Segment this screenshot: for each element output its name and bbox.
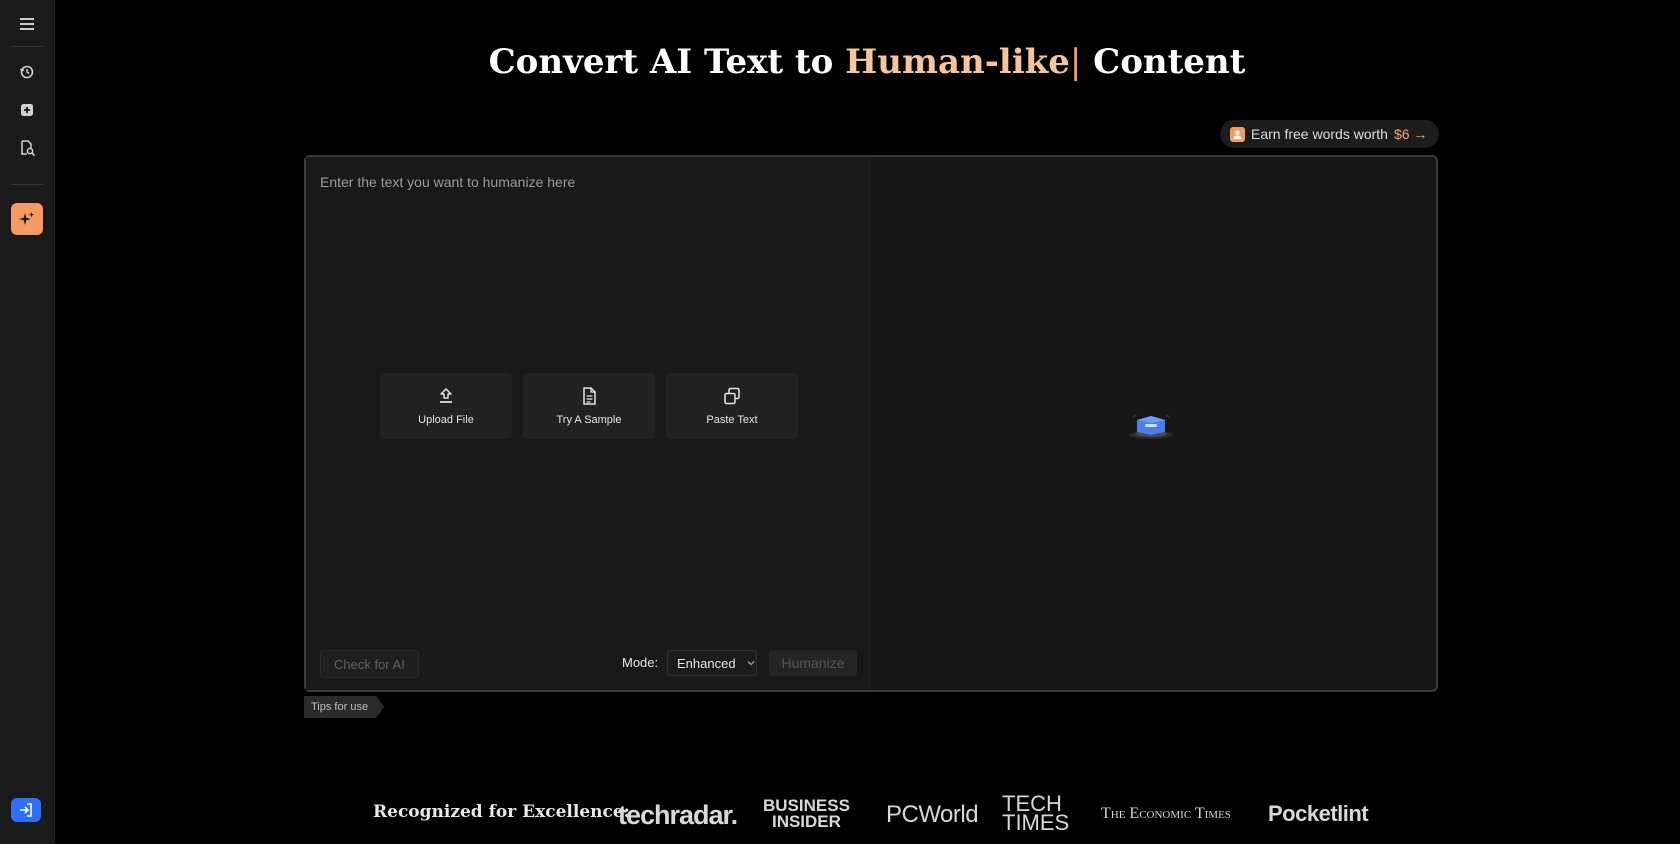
- tech-times-logo: TECH TIMES: [1002, 793, 1070, 835]
- upload-icon: [440, 388, 452, 403]
- menu-button[interactable]: [11, 8, 43, 40]
- sidebar-divider: [11, 46, 43, 47]
- chevron-down-icon: [747, 661, 755, 666]
- history-icon: [19, 65, 34, 79]
- title-prefix: Convert AI Text to: [488, 42, 846, 82]
- check-for-ai-button[interactable]: Check for AI: [320, 650, 419, 678]
- upload-file-label: Upload File: [418, 414, 474, 426]
- business-insider-logo-line2: INSIDER: [771, 812, 841, 831]
- tech-times-logo-line2: TIMES: [1002, 810, 1070, 835]
- earn-amount: $6 →: [1393, 126, 1428, 142]
- copy-icon: [724, 387, 740, 405]
- humanize-button[interactable]: Humanize: [769, 650, 857, 676]
- mode-label: Mode:: [622, 655, 659, 670]
- humanizer-panel: Enter the text you want to humanize here…: [304, 155, 1438, 692]
- login-button[interactable]: [11, 798, 41, 822]
- input-placeholder[interactable]: Enter the text you want to humanize here: [320, 174, 575, 190]
- title-cursor: |: [1069, 42, 1082, 82]
- recognized-label: Recognized for Excellence:: [373, 802, 630, 822]
- pcworld-logo: PCWorld: [886, 801, 979, 828]
- menu-icon: [20, 18, 34, 30]
- mode-select[interactable]: Enhanced: [667, 650, 757, 676]
- input-pane[interactable]: Enter the text you want to humanize here…: [306, 157, 870, 690]
- tips-for-use-button[interactable]: Tips for use: [304, 696, 384, 718]
- document-icon: [583, 387, 596, 405]
- economic-times-logo: The Economic Times: [1101, 805, 1231, 822]
- page-title: Convert AI Text to Human-like| Content: [54, 42, 1680, 82]
- techradar-logo: techradar.: [618, 800, 738, 830]
- loading-box-icon: [1129, 414, 1173, 439]
- login-icon: [20, 803, 32, 817]
- sidebar-item-humanizer[interactable]: [11, 203, 43, 235]
- earn-free-words-button[interactable]: Earn free words worth $6 →: [1220, 120, 1440, 148]
- document-search-icon: [21, 140, 36, 157]
- mode-value: Enhanced: [677, 655, 736, 671]
- paste-text-button[interactable]: Paste Text: [666, 373, 798, 439]
- try-sample-label: Try A Sample: [556, 414, 622, 426]
- business-insider-logo: BUSINESS INSIDER: [763, 797, 850, 831]
- title-suffix: Content: [1081, 42, 1246, 82]
- try-sample-button[interactable]: Try A Sample: [523, 373, 655, 439]
- sidebar-divider: [11, 184, 43, 185]
- upload-file-button[interactable]: Upload File: [380, 373, 512, 439]
- title-highlight: Human-like: [845, 42, 1070, 82]
- pocketlint-logo: Pocketlint: [1268, 801, 1369, 826]
- sidebar-item-detector[interactable]: [11, 132, 43, 164]
- arrow-right-icon: →: [1413, 126, 1428, 142]
- sidebar: [0, 0, 55, 844]
- earn-label: Earn free words worth: [1251, 126, 1388, 142]
- paste-text-label: Paste Text: [706, 414, 758, 426]
- sparkle-icon: [19, 212, 34, 225]
- gift-icon: [1230, 126, 1245, 142]
- sidebar-item-new[interactable]: [11, 94, 43, 126]
- add-icon: [21, 104, 33, 116]
- sidebar-item-history[interactable]: [11, 56, 43, 88]
